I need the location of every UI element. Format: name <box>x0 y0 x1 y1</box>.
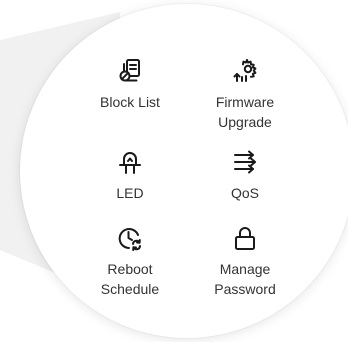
firmware-upgrade-label: Firmware Upgrade <box>215 94 275 130</box>
reboot-schedule-label: Reboot Schedule <box>100 261 160 297</box>
manage-password-label: Manage Password <box>214 261 276 297</box>
qos-label: QoS <box>230 185 259 201</box>
manage-password-item[interactable]: Manage Password <box>190 224 300 299</box>
firmware-upgrade-item[interactable]: Firmware Upgrade <box>190 57 300 132</box>
reboot-schedule-icon <box>116 224 144 252</box>
led-item[interactable]: LED <box>75 148 185 203</box>
qos-item[interactable]: QoS <box>190 148 300 203</box>
led-label: LED <box>116 185 144 201</box>
led-icon <box>116 148 144 176</box>
firmware-upgrade-icon <box>231 57 259 85</box>
qos-icon <box>231 148 259 176</box>
block-list-label: Block List <box>100 94 160 110</box>
block-list-icon <box>116 57 144 85</box>
lock-icon <box>231 224 259 252</box>
block-list-item[interactable]: Block List <box>75 57 185 112</box>
reboot-schedule-item[interactable]: Reboot Schedule <box>75 224 185 299</box>
